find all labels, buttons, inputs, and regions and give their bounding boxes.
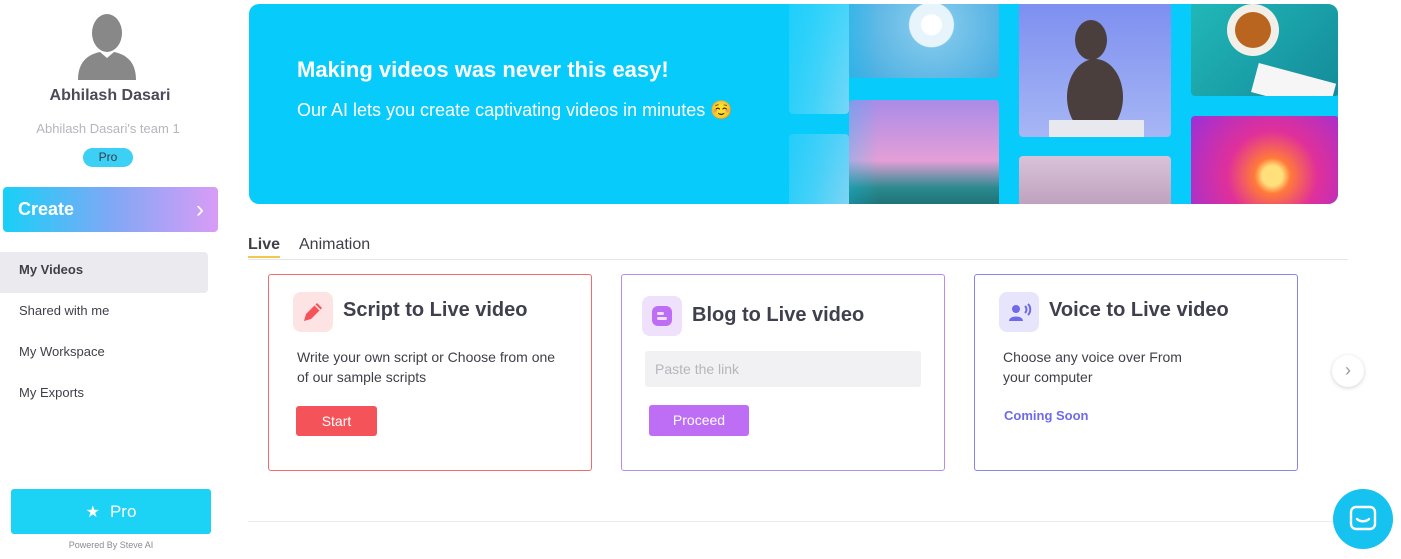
chat-icon — [1349, 505, 1377, 531]
card-title: Blog to Live video — [692, 304, 865, 326]
avatar[interactable] — [74, 12, 140, 80]
banner-image-tea — [1191, 4, 1338, 96]
carousel-next-button[interactable]: › — [1332, 355, 1364, 387]
banner-image-glowing-hand — [1191, 116, 1338, 204]
start-button[interactable]: Start — [296, 406, 377, 436]
team-name: Abhilash Dasari's team 1 — [36, 121, 180, 136]
sidebar-nav: My Videos Shared with me My Workspace My… — [0, 252, 208, 416]
powered-by-text: Powered By Steve AI — [68, 540, 154, 550]
content-tabs: Live Animation — [248, 236, 1348, 260]
paste-link-input[interactable] — [645, 351, 921, 387]
card-title: Script to Live video — [343, 299, 528, 321]
pencil-icon — [293, 292, 333, 332]
script-to-live-card: Script to Live video Write your own scri… — [268, 274, 592, 471]
tab-live[interactable]: Live — [248, 236, 281, 258]
plan-badge: Pro — [83, 148, 133, 167]
create-button[interactable]: Create › — [3, 187, 218, 232]
star-icon: ★ — [85, 504, 100, 521]
card-description: Write your own script or Choose from one… — [297, 349, 556, 385]
voice-to-live-card: Voice to Live video Choose any voice ove… — [974, 274, 1298, 471]
blogger-icon — [642, 296, 682, 336]
section-divider — [248, 521, 1348, 522]
proceed-button[interactable]: Proceed — [649, 405, 749, 436]
coming-soon-label: Coming Soon — [1004, 408, 1089, 423]
banner-subtitle: Our AI lets you create captivating video… — [297, 100, 733, 120]
user-name: Abhilash Dasari — [49, 87, 171, 104]
hero-banner: Making videos was never this easy! Our A… — [249, 4, 1338, 204]
create-button-label: Create — [18, 199, 75, 219]
sidebar: Abhilash Dasari Abhilash Dasari's team 1… — [0, 0, 230, 559]
banner-title: Making videos was never this easy! — [297, 57, 669, 82]
chevron-right-icon: › — [196, 196, 204, 223]
card-title: Voice to Live video — [1049, 299, 1229, 321]
banner-image-couple — [1019, 156, 1171, 204]
sidebar-item-my-workspace[interactable]: My Workspace — [0, 334, 208, 375]
chat-launcher-button[interactable] — [1333, 489, 1393, 549]
banner-gradient-fade — [749, 4, 879, 204]
banner-image-dog — [1019, 4, 1171, 137]
sidebar-item-my-exports[interactable]: My Exports — [0, 375, 208, 416]
chevron-right-icon: › — [1345, 360, 1351, 380]
voice-speaker-icon — [999, 292, 1039, 332]
sidebar-item-shared-with-me[interactable]: Shared with me — [0, 293, 208, 334]
dog-illustration-icon — [1049, 20, 1144, 137]
card-description: Choose any voice over From your computer — [1003, 349, 1182, 385]
upgrade-pro-label: Pro — [109, 502, 137, 521]
upgrade-pro-button[interactable]: ★ Pro — [11, 489, 211, 534]
tab-animation[interactable]: Animation — [299, 236, 370, 254]
blog-to-live-card: Blog to Live video Proceed — [621, 274, 945, 471]
voice-glyph-icon — [1009, 303, 1032, 321]
sidebar-item-my-videos[interactable]: My Videos — [0, 252, 208, 293]
pencil-glyph-icon — [304, 303, 322, 321]
user-silhouette-icon — [78, 14, 136, 80]
blogger-glyph-icon — [652, 306, 672, 326]
teacup-illustration-icon — [1227, 4, 1337, 96]
